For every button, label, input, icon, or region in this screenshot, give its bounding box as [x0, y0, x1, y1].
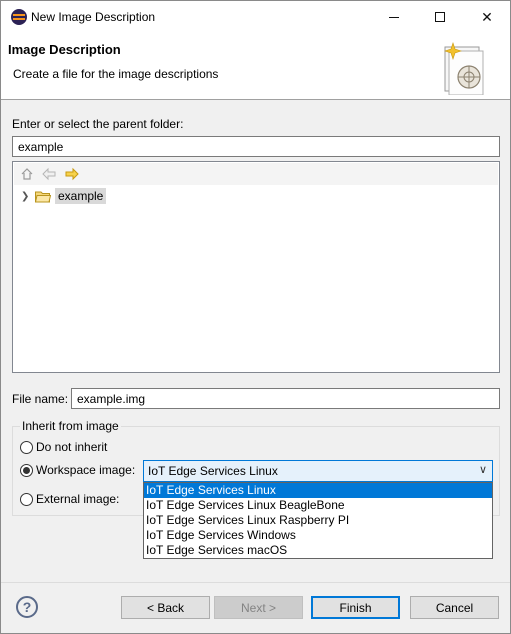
close-button[interactable]: ✕ [464, 1, 510, 33]
back-button[interactable]: < Back [121, 596, 210, 619]
forward-arrow-icon[interactable] [64, 166, 80, 182]
back-arrow-icon[interactable] [41, 166, 57, 182]
next-button[interactable]: Next > [214, 596, 303, 619]
new-image-wizard-icon [444, 42, 484, 95]
banner-title: Image Description [8, 42, 121, 57]
wizard-banner: Image Description Create a file for the … [1, 33, 510, 100]
maximize-icon [435, 12, 445, 22]
dialog-window: New Image Description ✕ Image Descriptio… [0, 0, 511, 634]
do-not-inherit-label[interactable]: Do not inherit [36, 440, 107, 454]
title-bar: New Image Description ✕ [1, 1, 510, 33]
dropdown-option[interactable]: IoT Edge Services Linux BeagleBone [144, 498, 492, 513]
file-name-input[interactable]: example.img [71, 388, 500, 409]
eclipse-icon [11, 9, 27, 25]
chevron-down-icon[interactable]: ∨ [479, 463, 487, 476]
open-folder-icon [34, 190, 52, 203]
footer-divider [1, 582, 510, 583]
banner-description: Create a file for the image descriptions [13, 67, 219, 81]
finish-button[interactable]: Finish [311, 596, 400, 619]
cancel-button[interactable]: Cancel [410, 596, 499, 619]
tree-item[interactable]: ❯ example [21, 187, 107, 205]
dropdown-option[interactable]: IoT Edge Services macOS [144, 543, 492, 558]
workspace-image-radio[interactable] [20, 464, 33, 477]
workspace-image-select[interactable]: IoT Edge Services Linux ∨ [143, 460, 493, 482]
close-icon: ✕ [481, 8, 493, 25]
minimize-icon [389, 16, 399, 18]
home-icon[interactable] [19, 166, 35, 182]
minimize-button[interactable] [371, 1, 417, 33]
chevron-right-icon[interactable]: ❯ [21, 191, 33, 202]
workspace-image-label[interactable]: Workspace image: [36, 463, 135, 477]
tree-toolbar [14, 163, 498, 185]
window-title: New Image Description [31, 10, 156, 24]
maximize-button[interactable] [417, 1, 463, 33]
workspace-image-value: IoT Edge Services Linux [148, 464, 278, 478]
inherit-group-label: Inherit from image [20, 419, 121, 433]
workspace-image-dropdown: IoT Edge Services Linux IoT Edge Service… [143, 482, 493, 559]
parent-folder-label: Enter or select the parent folder: [12, 117, 184, 131]
tree-item-label: example [55, 188, 107, 204]
external-image-radio[interactable] [20, 493, 33, 506]
folder-tree[interactable]: ❯ example [12, 161, 500, 373]
do-not-inherit-radio[interactable] [20, 441, 33, 454]
parent-folder-input[interactable]: example [12, 136, 500, 157]
external-image-label[interactable]: External image: [36, 492, 119, 506]
file-name-label: File name: [12, 392, 69, 406]
dropdown-option[interactable]: IoT Edge Services Windows [144, 528, 492, 543]
dropdown-option[interactable]: IoT Edge Services Linux Raspberry PI [144, 513, 492, 528]
dropdown-option[interactable]: IoT Edge Services Linux [144, 483, 492, 498]
help-icon[interactable]: ? [16, 596, 38, 618]
